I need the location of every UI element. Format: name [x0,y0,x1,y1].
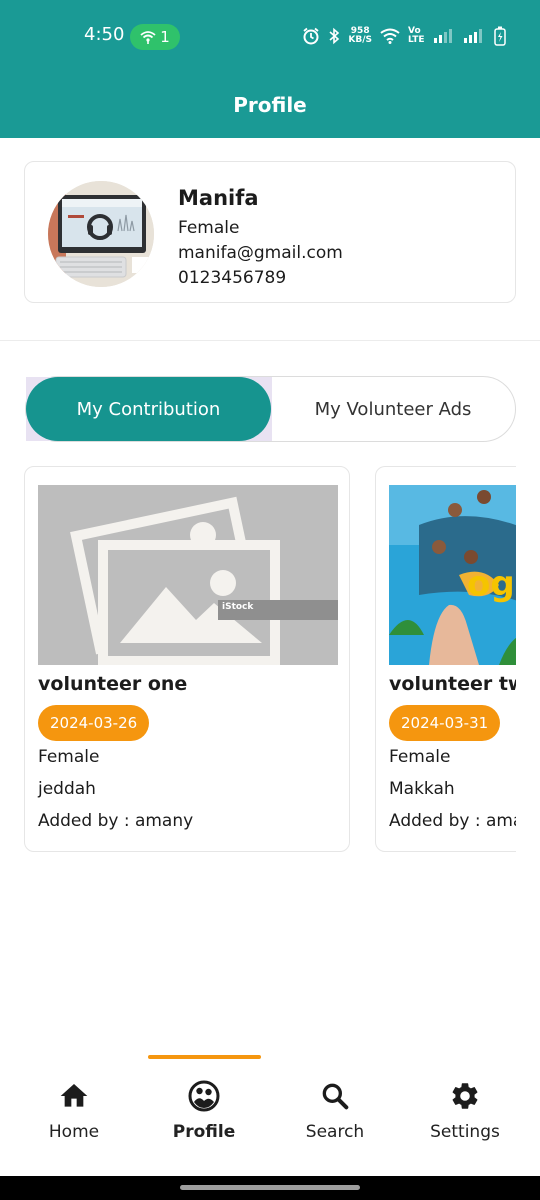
nav-home[interactable]: Home [9,1080,139,1142]
gear-icon [452,1083,478,1109]
profile-card: Manifa Female manifa@gmail.com 012345678… [24,161,516,303]
tab-my-contribution[interactable]: My Contribution [26,377,271,441]
nav-label-home: Home [48,1122,100,1142]
card-added-by: Added by : amany [38,811,194,831]
nav-label-search: Search [305,1122,365,1142]
card-added-by: Added by : amany [389,811,516,831]
card-gender: Female [389,747,451,767]
image-watermark: iStock [222,602,254,612]
card-city: Makkah [389,779,455,799]
profile-phone: 0123456789 [178,268,287,288]
card-city: jeddah [38,779,96,799]
hotspot-icon [140,31,156,44]
system-gesture-bar [0,1176,540,1200]
profile-name: Manifa [178,186,259,210]
active-tab-indicator [148,1055,261,1059]
alarm-icon [303,27,319,45]
card-image-placeholder: iStock [38,485,338,665]
nav-label-settings: Settings [430,1122,500,1142]
segmented-tabs: My Contribution My Volunteer Ads [25,376,516,442]
movie-poster-image: og [389,485,516,665]
card-title: volunteer two [389,673,516,695]
net-speed: 958 KB/S [348,26,372,45]
signal-icon-1 [434,29,452,43]
gesture-handle[interactable] [180,1185,360,1190]
profile-email: manifa@gmail.com [178,243,343,263]
status-time: 4:50 [84,24,125,45]
volte-label: Vo LTE [408,26,425,45]
wifi-icon [380,28,400,44]
date-badge: 2024-03-26 [38,705,150,741]
avatar-image [48,181,154,287]
contribution-list[interactable]: iStock volunteer one 2024-03-26 Female j… [24,466,516,854]
bluetooth-icon [329,27,340,45]
nav-label-profile: Profile [172,1122,236,1142]
battery-icon [494,26,506,46]
signal-icon-2 [464,29,482,43]
status-bar: 4:50 1 958 KB/S Vo LTE [0,0,540,72]
image-placeholder-icon [38,485,338,665]
tab-my-volunteer-ads[interactable]: My Volunteer Ads [271,377,515,441]
svg-text:og: og [467,564,515,604]
nav-profile[interactable]: Profile [139,1080,269,1142]
contribution-card[interactable]: iStock volunteer one 2024-03-26 Female j… [24,466,350,852]
system-icons: 958 KB/S Vo LTE [302,26,506,46]
card-title: volunteer one [38,673,188,695]
profile-icon [188,1080,220,1112]
profile-gender: Female [178,218,240,238]
app-bar: Profile [0,72,540,138]
date-badge: 2024-03-31 [389,705,501,741]
profile-info: Manifa Female manifa@gmail.com 012345678… [178,186,343,291]
card-gender: Female [38,747,100,767]
nav-search[interactable]: Search [270,1080,400,1142]
page-title: Profile [233,93,307,117]
contribution-card[interactable]: og volunteer two 2024-03-31 Female Makka… [375,466,516,852]
hotspot-count: 1 [160,28,170,46]
hotspot-badge: 1 [130,24,180,50]
nav-settings[interactable]: Settings [400,1080,530,1142]
bottom-navigation: Home Profile Search Settings [0,1052,540,1176]
avatar [48,181,154,287]
section-divider [0,340,540,341]
card-image: og [389,485,516,665]
home-icon [60,1084,88,1107]
search-icon [322,1083,349,1110]
